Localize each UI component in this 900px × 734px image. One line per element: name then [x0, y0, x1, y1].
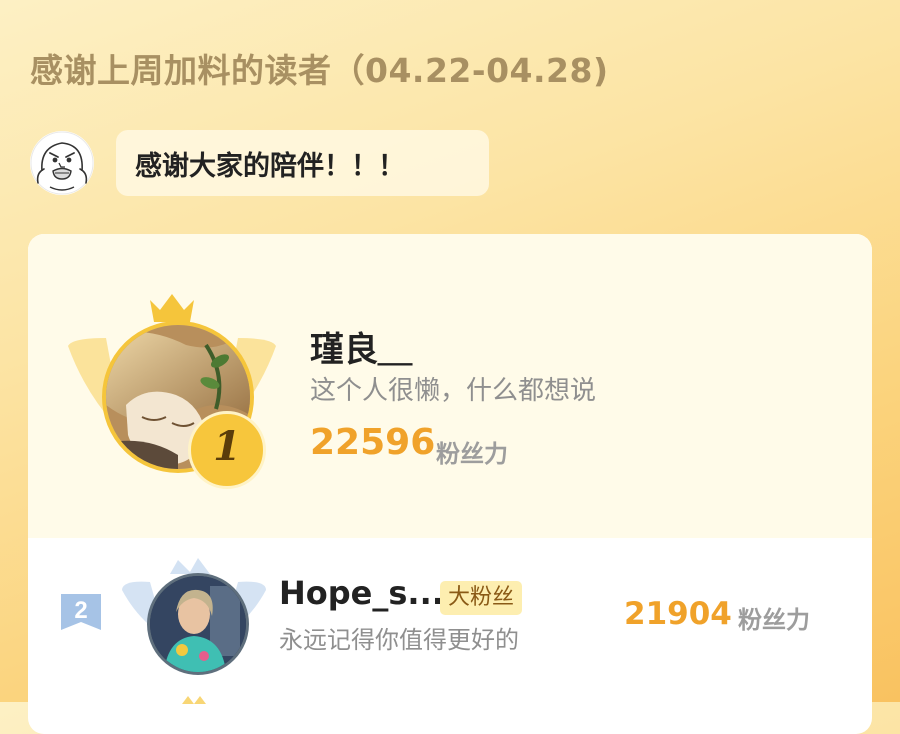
rank-2-score: 21904	[624, 596, 732, 632]
rank-2-bio: 永远记得你值得更好的	[279, 626, 519, 654]
top-reader-score: 22596	[310, 422, 436, 463]
rank-2-flag-icon: 2	[61, 594, 101, 630]
crown-icon	[150, 294, 194, 322]
rank-2-name[interactable]: Hope_s...	[279, 574, 444, 612]
banter-bubble: 感谢大家的陪伴！！！	[116, 130, 489, 196]
rank-1-number: 1	[213, 423, 241, 470]
ranking-card: 1 瑾良＿ 这个人很懒，什么都想说 22596 粉丝力 2 Hope_s... …	[28, 234, 872, 734]
rank-3-crown-icon	[182, 696, 206, 704]
rank-2-score-unit: 粉丝力	[738, 606, 810, 634]
rank-1-medal: 1	[188, 411, 266, 489]
banter-avatar[interactable]	[30, 131, 94, 195]
banter-message: 感谢大家的陪伴！！！	[135, 151, 405, 182]
rank-2-badge: 2	[59, 592, 103, 636]
rage-comic-face-icon	[30, 131, 94, 195]
page-title: 感谢上周加料的读者（04.22-04.28)	[30, 51, 609, 90]
rank-2-number: 2	[74, 597, 87, 624]
top-reader-bio: 这个人很懒，什么都想说	[310, 376, 597, 406]
top-reader-score-unit: 粉丝力	[436, 440, 508, 468]
big-fan-badge: 大粉丝	[440, 581, 523, 615]
top-reader-name[interactable]: 瑾良＿	[310, 322, 412, 371]
rank-2-avatar[interactable]	[147, 573, 249, 675]
avatar-photo-icon	[150, 576, 246, 672]
